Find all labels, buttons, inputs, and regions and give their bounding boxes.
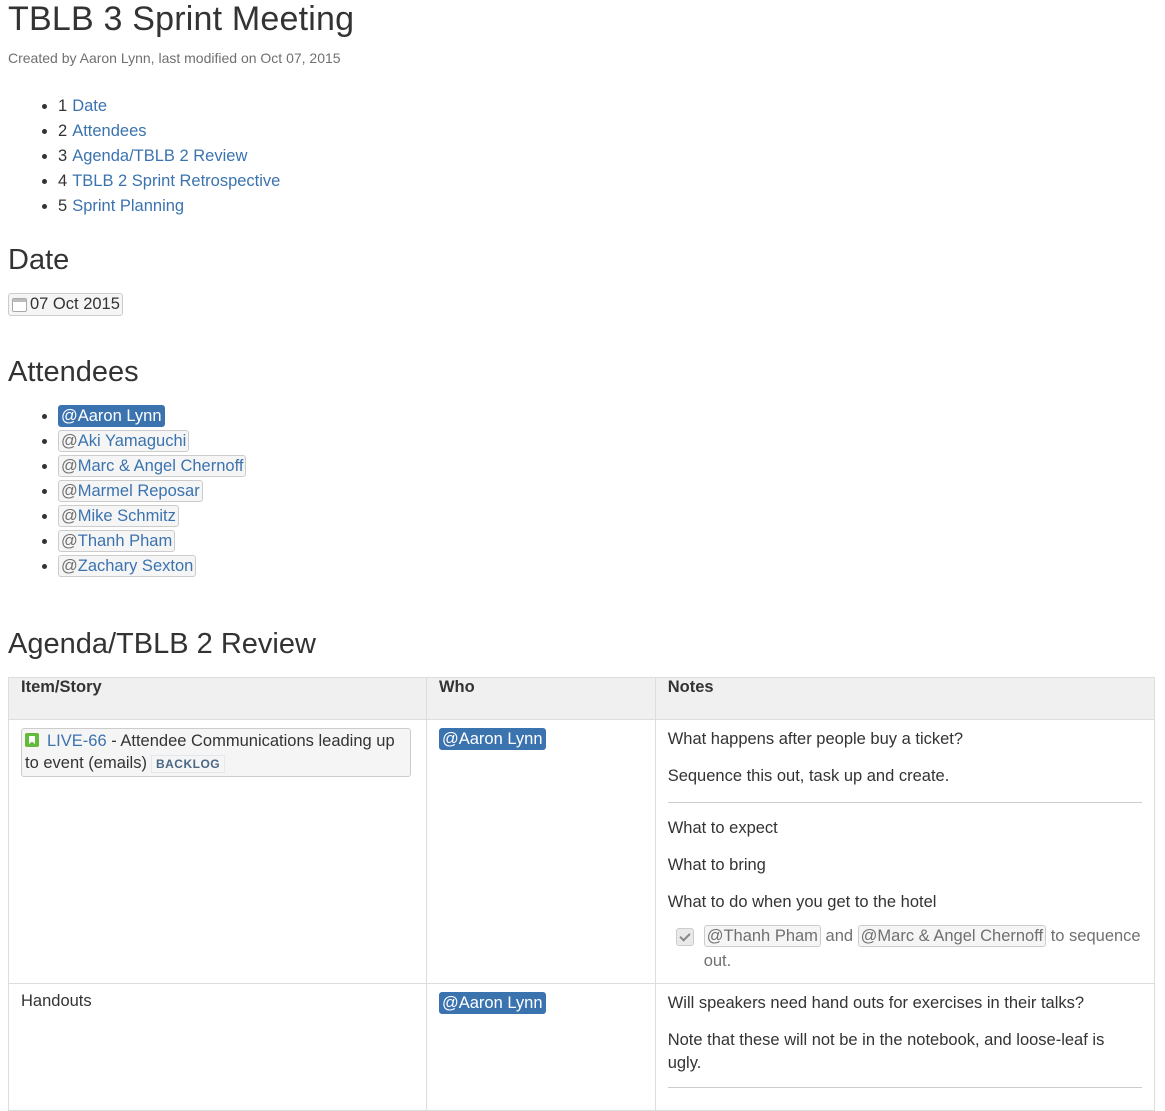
who-cell: @Aaron Lynn bbox=[425, 983, 656, 1111]
user-mention-marmel-reposar[interactable]: @Marmel Reposar bbox=[58, 480, 203, 502]
task-checkbox[interactable] bbox=[675, 928, 694, 946]
column-header-notes: Notes bbox=[654, 677, 1156, 720]
notes-cell: Will speakers need hand outs for exercis… bbox=[654, 983, 1156, 1111]
table-row: Handouts @Aaron Lynn Will speakers need … bbox=[8, 983, 1156, 1111]
item-cell: LIVE-66 - Attendee Communications leadin… bbox=[8, 719, 427, 984]
attendee-item: @Marmel Reposar bbox=[58, 479, 246, 504]
note-text: Note that these will not be in the noteb… bbox=[667, 1031, 1105, 1072]
user-mention-aaron-lynn[interactable]: @Aaron Lynn bbox=[438, 728, 546, 750]
note-text: What to do when you get to the hotel bbox=[667, 893, 937, 911]
note-text: What happens after people buy a ticket? bbox=[667, 730, 964, 748]
user-mention-thanh-pham[interactable]: @Thanh Pham bbox=[58, 530, 176, 552]
page-byline: Created by Aaron Lynn, last modified on … bbox=[8, 50, 341, 66]
attendee-item: @Marc & Angel Chernoff bbox=[58, 454, 247, 479]
story-icon bbox=[25, 733, 39, 747]
column-header-item-story: Item/Story bbox=[8, 677, 427, 720]
toc-link-attendees[interactable]: Attendees bbox=[72, 122, 146, 140]
task-item: @Thanh Pham and @Marc & Angel Chernoff t… bbox=[668, 924, 1142, 974]
task-text: @Thanh Pham and @Marc & Angel Chernoff t… bbox=[703, 925, 1141, 970]
user-mention-marc-angel-chernoff[interactable]: @Marc & Angel Chernoff bbox=[857, 925, 1047, 947]
toc-item-attendees: 2Attendees bbox=[58, 120, 280, 145]
agenda-heading: Agenda/TBLB 2 Review bbox=[8, 628, 316, 660]
notes-divider bbox=[667, 1087, 1142, 1088]
attendee-item: @Mike Schmitz bbox=[58, 504, 246, 529]
notes-divider bbox=[667, 802, 1142, 803]
toc-item-sprint-planning: 5Sprint Planning bbox=[58, 195, 280, 220]
toc-link-date[interactable]: Date bbox=[72, 97, 107, 115]
user-mention-mike-schmitz[interactable]: @Mike Schmitz bbox=[58, 505, 179, 527]
toc-link-agenda[interactable]: Agenda/TBLB 2 Review bbox=[72, 147, 247, 165]
attendee-item: @Thanh Pham bbox=[58, 529, 246, 554]
toc-item-retrospective: 4TBLB 2 Sprint Retrospective bbox=[58, 170, 280, 195]
table-row: LIVE-66 - Attendee Communications leadin… bbox=[8, 719, 1156, 984]
jira-issue-macro: LIVE-66 - Attendee Communications leadin… bbox=[21, 728, 411, 777]
date-value: 07 Oct 2015 bbox=[30, 295, 120, 313]
column-header-who: Who bbox=[425, 677, 656, 720]
notes-cell: What happens after people buy a ticket? … bbox=[654, 719, 1156, 984]
page-title: TBLB 3 Sprint Meeting bbox=[8, 0, 355, 38]
attendees-heading: Attendees bbox=[8, 356, 139, 388]
note-text: Will speakers need hand outs for exercis… bbox=[667, 994, 1085, 1012]
table-header-row: Item/Story Who Notes bbox=[8, 677, 1156, 720]
who-cell: @Aaron Lynn bbox=[425, 719, 656, 984]
note-text: What to bring bbox=[667, 856, 766, 874]
agenda-table: Item/Story Who Notes LIVE-66 - Attendee … bbox=[8, 677, 1156, 1111]
status-badge: BACKLOG bbox=[150, 755, 226, 773]
attendee-item: @Aki Yamaguchi bbox=[58, 429, 246, 454]
attendees-list: @Aaron Lynn @Aki Yamaguchi @Marc & Angel… bbox=[0, 404, 247, 579]
toc-item-date: 1Date bbox=[58, 95, 280, 120]
note-text: What to expect bbox=[667, 819, 778, 837]
jira-issue-link[interactable]: LIVE-66 bbox=[47, 732, 107, 750]
item-cell: Handouts bbox=[8, 983, 427, 1111]
table-of-contents: 1Date 2Attendees 3Agenda/TBLB 2 Review 4… bbox=[0, 95, 280, 220]
date-heading: Date bbox=[8, 244, 70, 276]
toc-link-retrospective[interactable]: TBLB 2 Sprint Retrospective bbox=[72, 172, 280, 190]
user-mention-aaron-lynn[interactable]: @Aaron Lynn bbox=[438, 992, 546, 1014]
toc-link-sprint-planning[interactable]: Sprint Planning bbox=[72, 197, 184, 215]
user-mention-marc-angel-chernoff[interactable]: @Marc & Angel Chernoff bbox=[58, 455, 247, 477]
user-mention-aki-yamaguchi[interactable]: @Aki Yamaguchi bbox=[58, 430, 190, 452]
attendee-item: @Aaron Lynn bbox=[58, 404, 246, 429]
user-mention-aaron-lynn[interactable]: @Aaron Lynn bbox=[58, 405, 165, 427]
user-mention-zachary-sexton[interactable]: @Zachary Sexton bbox=[58, 555, 197, 577]
note-text: Sequence this out, task up and create. bbox=[667, 767, 950, 785]
toc-item-agenda: 3Agenda/TBLB 2 Review bbox=[58, 145, 280, 170]
attendee-item: @Zachary Sexton bbox=[58, 554, 246, 579]
calendar-icon bbox=[12, 297, 27, 312]
date-lozenge[interactable]: 07 Oct 2015 bbox=[8, 293, 123, 316]
user-mention-thanh-pham[interactable]: @Thanh Pham bbox=[703, 925, 821, 947]
